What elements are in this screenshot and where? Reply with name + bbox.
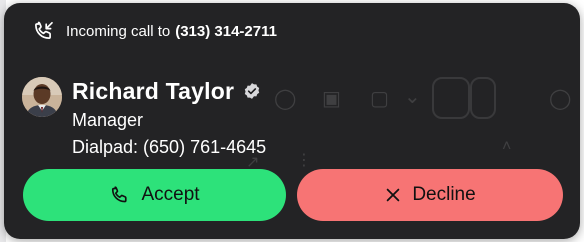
ghost-phone-button xyxy=(432,77,470,119)
incoming-call-header: Incoming call to (313) 314-2711 xyxy=(32,18,277,44)
ghost-add-user-icon: ◯ xyxy=(274,88,297,110)
incoming-call-label: Incoming call to xyxy=(66,22,171,40)
caller-dialpad-number: Dialpad: (650) 761-4645 xyxy=(72,137,267,157)
ghost-screen-share-icon: ▣ xyxy=(322,88,341,110)
ghost-more-icon: ⋮ xyxy=(296,152,312,169)
avatar xyxy=(22,77,62,117)
verified-check-icon xyxy=(244,83,260,99)
ghost-phone-menu xyxy=(470,77,496,119)
ghost-person-icon: ◯ xyxy=(549,88,572,110)
caller-info: Richard Taylor Manager Dialpad: (650) 76… xyxy=(22,77,266,159)
caller-name: Richard Taylor xyxy=(72,77,235,104)
incoming-call-icon xyxy=(35,21,53,39)
incoming-call-number: (313) 314-2711 xyxy=(175,22,277,40)
close-icon xyxy=(387,188,400,202)
ghost-video-icon: ▢ xyxy=(370,88,389,110)
incoming-call-overlay: ◯ ▣ ▢ ⌄ ◯ ↗ ⋮ ˄ Incoming call to (313) 3… xyxy=(4,3,580,239)
caller-name-row: Richard Taylor xyxy=(72,77,266,105)
caller-role: Manager xyxy=(72,110,144,130)
caller-details: Richard Taylor Manager Dialpad: (650) 76… xyxy=(72,77,266,159)
ghost-chevron-icon: ⌄ xyxy=(404,86,421,108)
accept-label: Accept xyxy=(141,184,200,205)
phone-icon xyxy=(112,186,128,203)
accept-button[interactable]: Accept xyxy=(23,169,286,221)
screen: ◯ ▣ ▢ ⌄ ◯ ↗ ⋮ ˄ Incoming call to (313) 3… xyxy=(0,0,584,242)
decline-button[interactable]: Decline xyxy=(297,169,563,221)
ghost-caret-up-icon: ˄ xyxy=(502,138,512,155)
decline-label: Decline xyxy=(412,184,476,205)
